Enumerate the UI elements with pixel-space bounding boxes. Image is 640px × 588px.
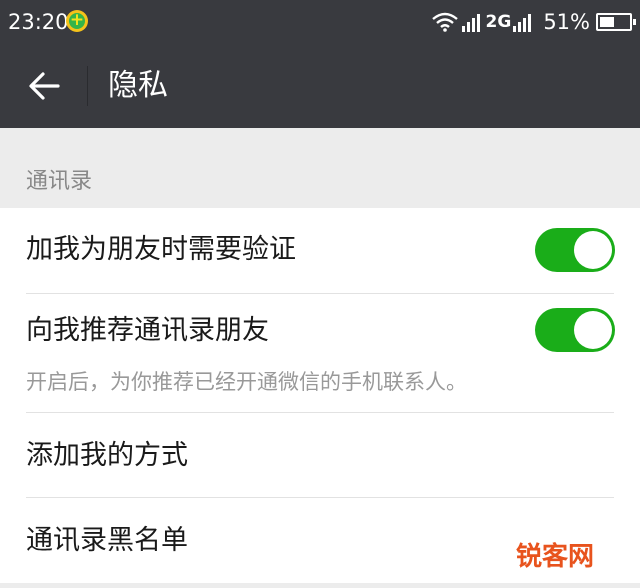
setting-recommend-contacts-description: 开启后，为你推荐已经开通微信的手机联系人。 — [26, 370, 467, 394]
setting-recommend-contacts-label: 向我推荐通讯录朋友 — [26, 315, 269, 346]
setting-contacts-blacklist-label: 通讯录黑名单 — [26, 525, 188, 556]
back-button[interactable] — [22, 64, 66, 108]
signal-strength-icon — [461, 14, 480, 32]
battery-icon — [596, 13, 636, 31]
back-arrow-icon — [29, 72, 60, 100]
wifi-icon — [431, 12, 458, 32]
watermark-logo: 锐客网 — [516, 542, 595, 572]
setting-add-me-methods[interactable]: 添加我的方式 — [0, 413, 640, 497]
status-bar: 23:20 2G 51% — [0, 0, 640, 44]
setting-verify-friend[interactable]: 加我为朋友时需要验证 — [0, 208, 640, 293]
toggle-knob — [574, 311, 612, 349]
setting-add-me-methods-label: 添加我的方式 — [26, 440, 188, 471]
network-type: 2G — [485, 12, 512, 32]
settings-list: 加我为朋友时需要验证 向我推荐通讯录朋友 开启后，为你推荐已经开通微信的手机联系… — [0, 208, 640, 583]
signal-strength-icon-2 — [513, 14, 532, 32]
setting-verify-friend-label: 加我为朋友时需要验证 — [26, 234, 296, 265]
title-bar: 隐私 — [0, 44, 640, 128]
setting-recommend-contacts[interactable]: 向我推荐通讯录朋友 开启后，为你推荐已经开通微信的手机联系人。 — [0, 294, 640, 412]
recommend-contacts-toggle[interactable] — [535, 308, 615, 352]
status-time: 23:20 — [8, 10, 69, 34]
title-divider — [87, 66, 88, 106]
toggle-knob — [574, 231, 612, 269]
notification-app-icon — [66, 9, 88, 32]
section-header-contacts: 通讯录 — [26, 169, 93, 194]
battery-percent: 51% — [543, 10, 590, 34]
page-title: 隐私 — [108, 68, 168, 103]
status-indicators: 2G 51% — [431, 7, 636, 37]
battery-fill — [600, 17, 614, 27]
verify-friend-toggle[interactable] — [535, 228, 615, 272]
